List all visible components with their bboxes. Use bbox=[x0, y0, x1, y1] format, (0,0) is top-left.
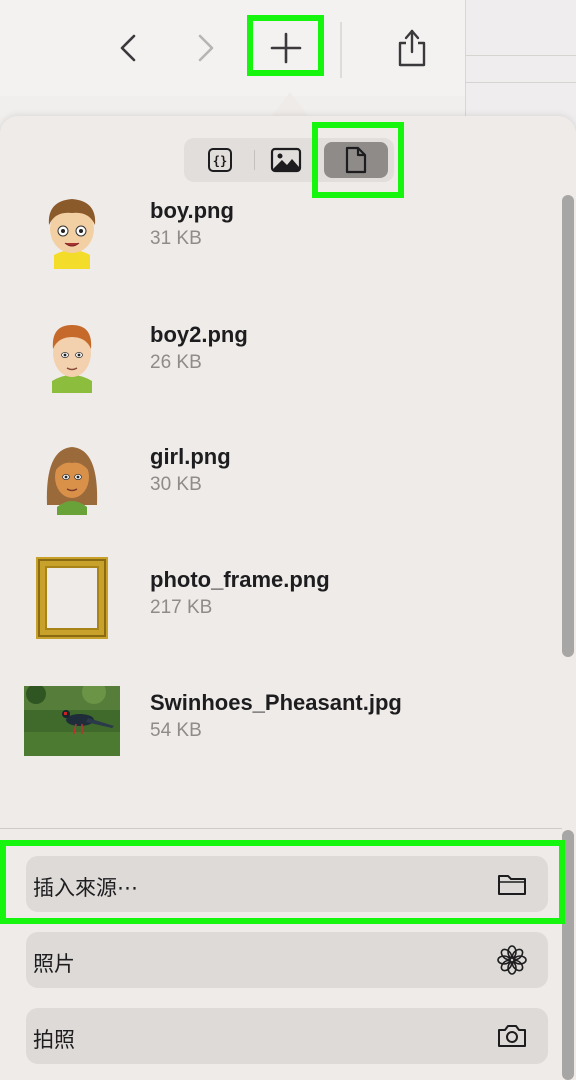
segment-photo[interactable] bbox=[254, 142, 318, 178]
plus-icon bbox=[270, 32, 302, 64]
file-name: Swinhoes_Pheasant.jpg bbox=[150, 690, 402, 715]
chevron-right-icon bbox=[198, 34, 214, 62]
file-size: 54 KB bbox=[150, 720, 202, 741]
girl-thumbnail bbox=[22, 430, 122, 520]
actions-scrollbar[interactable] bbox=[562, 830, 574, 1080]
take-photo-button[interactable]: 拍照 bbox=[26, 1008, 548, 1064]
action-label: 插入來源⋯ bbox=[33, 876, 138, 900]
svg-text:{}: {} bbox=[213, 154, 227, 168]
chevron-left-icon bbox=[120, 34, 136, 62]
camera-icon bbox=[496, 1021, 528, 1051]
code-braces-icon: {} bbox=[208, 148, 232, 172]
action-label: 拍照 bbox=[33, 1028, 75, 1052]
photos-button[interactable]: 照片 bbox=[26, 932, 548, 988]
toolbar-separator bbox=[340, 22, 342, 78]
photo-icon bbox=[270, 147, 302, 173]
segment-document[interactable] bbox=[324, 142, 388, 178]
boy2-thumbnail bbox=[22, 308, 122, 398]
file-item[interactable]: girl.png 30 KB bbox=[0, 420, 560, 530]
forward-button[interactable] bbox=[176, 18, 236, 78]
toolbar bbox=[0, 0, 465, 96]
share-button[interactable] bbox=[382, 18, 442, 78]
document-icon bbox=[345, 146, 367, 174]
file-item[interactable]: boy2.png 26 KB bbox=[0, 298, 560, 408]
file-size: 26 KB bbox=[150, 352, 202, 373]
segment-code[interactable]: {} bbox=[188, 142, 252, 178]
folder-icon bbox=[496, 869, 528, 899]
insert-from-source-button[interactable]: 插入來源⋯ bbox=[26, 856, 548, 912]
file-list-scrollbar[interactable] bbox=[562, 195, 574, 657]
file-name: photo_frame.png bbox=[150, 567, 330, 592]
file-name: boy2.png bbox=[150, 322, 248, 347]
file-name: boy.png bbox=[150, 198, 234, 223]
flower-icon bbox=[496, 945, 528, 975]
popover-arrow bbox=[270, 92, 310, 118]
file-size: 31 KB bbox=[150, 228, 202, 249]
file-name: girl.png bbox=[150, 444, 231, 469]
boy-thumbnail bbox=[22, 184, 122, 274]
action-label: 照片 bbox=[33, 952, 75, 976]
back-button[interactable] bbox=[98, 18, 158, 78]
file-item[interactable]: photo_frame.png 217 KB bbox=[0, 543, 560, 653]
divider bbox=[0, 828, 562, 829]
file-size: 30 KB bbox=[150, 474, 202, 495]
file-item[interactable]: boy.png 31 KB bbox=[0, 174, 560, 284]
photo-frame-thumbnail bbox=[22, 553, 122, 643]
file-size: 217 KB bbox=[150, 597, 213, 618]
add-button[interactable] bbox=[256, 18, 316, 78]
file-item[interactable]: Swinhoes_Pheasant.jpg 54 KB bbox=[0, 666, 560, 776]
share-icon bbox=[398, 29, 426, 67]
pheasant-thumbnail bbox=[24, 686, 120, 756]
